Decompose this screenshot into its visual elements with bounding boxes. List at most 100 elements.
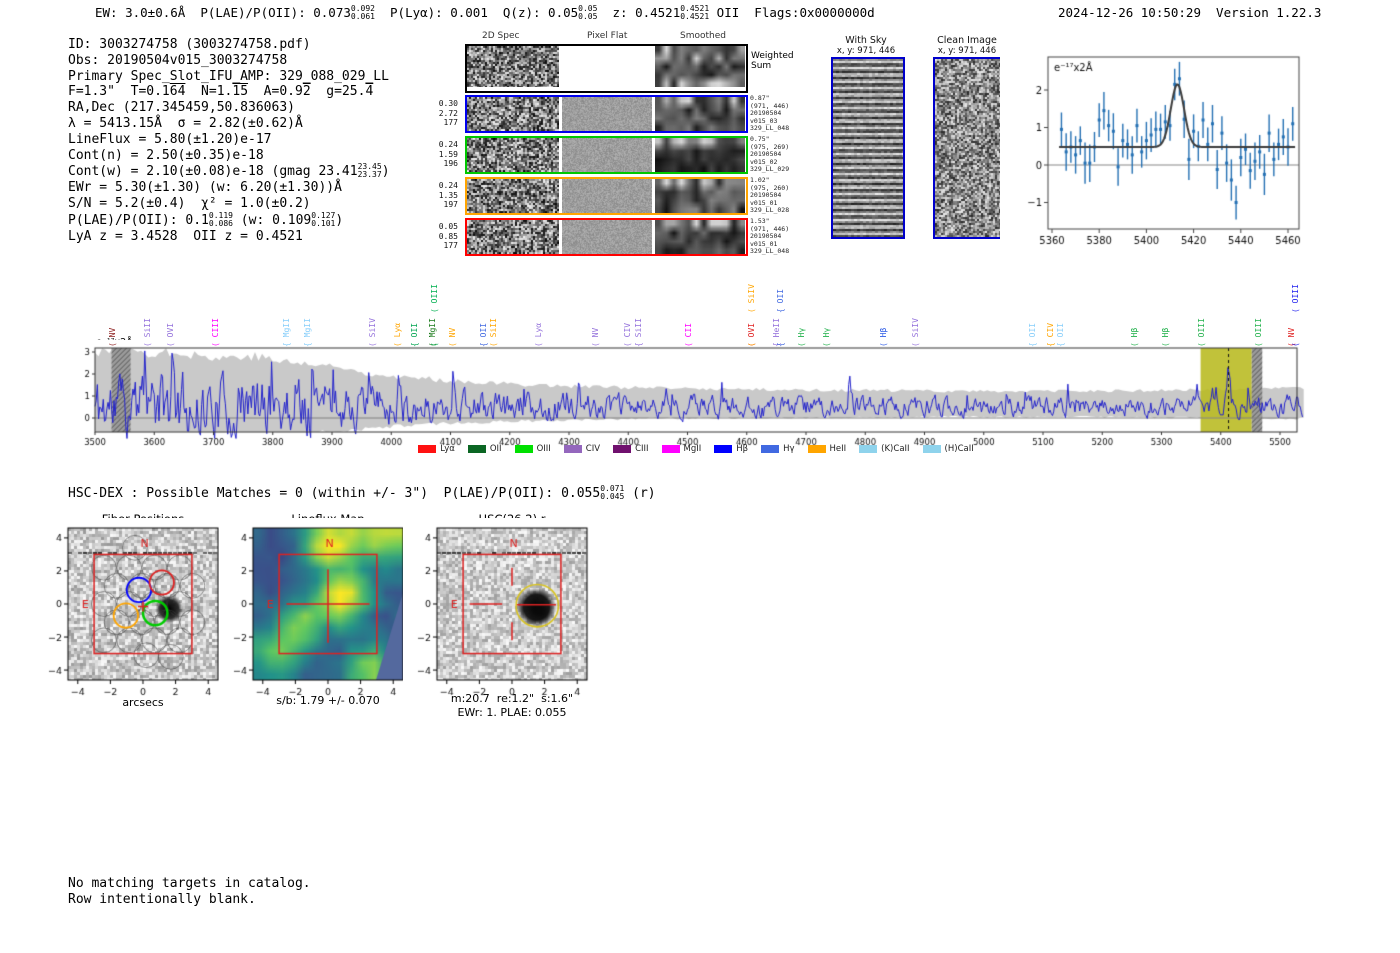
legend-swatch: [563, 445, 582, 453]
row-pixel-flat-image: [562, 97, 652, 131]
emission-line-bracket: (: [746, 342, 756, 347]
emission-line-label: { MgII: [303, 318, 313, 347]
emission-line-label: ( NV: [447, 327, 457, 347]
row-pixel-flat-image: [562, 138, 652, 172]
emission-line-label: { CIV: [1045, 322, 1055, 347]
legend-swatch: [761, 445, 780, 453]
emission-line-label: { OII: [410, 322, 420, 347]
weighted-sum-smoothed-image: [655, 46, 745, 87]
legend-label: HeII: [829, 444, 847, 454]
legend-swatch: [418, 445, 437, 453]
emission-line-label: ( SiII: [143, 318, 153, 347]
stacked-hi-lo-value: 23.45 23.37: [357, 162, 382, 180]
weighted-sum-pixel-flat-image: [562, 46, 652, 87]
weighted-sum-label-line1: Weighted: [751, 51, 794, 61]
emission-line-label: { OII: [1056, 322, 1066, 347]
detection-info-block: ID: 3003274758 (3003274758.pdf) Obs: 2019…: [68, 37, 390, 244]
emission-line-bracket: (: [430, 342, 439, 347]
legend-label: (K)CaII: [881, 444, 910, 454]
fiber-cutout-row: [465, 177, 748, 215]
overlined-value: 15: [232, 84, 249, 100]
emission-line-label: ( CIV: [622, 322, 632, 347]
hsc-r-cutout-map: [403, 518, 603, 708]
info-line: Obs: 20190504v015_3003274758: [68, 52, 288, 68]
legend-item: OIII: [514, 444, 551, 454]
fiber-positions-map: [34, 518, 234, 708]
emission-line-label: { OII: [478, 322, 488, 347]
row-pixel-flat-image: [562, 220, 652, 254]
hsc-match-line: HSC-DEX : Possible Matches = 0 (within +…: [68, 484, 656, 502]
emission-line-label: ( SiIV: [746, 284, 756, 313]
legend-label: Lyα: [440, 444, 455, 454]
legend-item: CIV: [563, 444, 600, 454]
column-title-smoothed: Smoothed: [680, 31, 726, 41]
stacked-hi-lo-value: 0.092 0.061: [350, 4, 375, 21]
legend-label: OIII: [536, 444, 551, 454]
row-left-stats: 0.24 1.59 196: [438, 140, 458, 168]
emission-line-label: ( Hβ: [1160, 327, 1170, 347]
with-sky-image: [831, 57, 905, 239]
legend-item: Hγ: [761, 444, 795, 454]
legend-item: Lyα: [418, 444, 455, 454]
row-smoothed-image: [655, 138, 745, 172]
emission-line-label: ( CIII: [210, 318, 220, 347]
row-pixel-flat-image: [562, 179, 652, 213]
catalog-note-line: Row intentionally blank.: [68, 891, 256, 907]
weighted-sum-2d-spec-image: [467, 46, 559, 87]
lineflux-map: [219, 518, 419, 708]
legend-item: HeII: [807, 444, 847, 454]
legend-label: Hβ: [736, 444, 749, 454]
info-line: Primary Spec_Slot_IFU_AMP: 329_088_029_L…: [68, 68, 389, 84]
row-left-stats: 0.24 1.35 197: [438, 181, 458, 209]
row-smoothed-image: [655, 97, 745, 131]
legend-swatch: [514, 445, 533, 453]
legend-label: Hγ: [783, 444, 795, 454]
emission-line-bracket: (: [1291, 342, 1301, 347]
legend-swatch: [714, 445, 733, 453]
emission-line-label: ( Lyα: [393, 322, 403, 347]
hsc-caption-ewr-plae: EWr: 1. PLAE: 0.055: [457, 706, 567, 719]
elixer-report-page: EW: 3.0±0.6Å P(LAE)/P(OII): 0.073 0.092 0.…: [0, 0, 1400, 953]
emission-line-label: ( OIII: [1253, 318, 1263, 347]
row-right-ids: 0.75" (975, 269) 20190504 v015_02 329_LL_029: [750, 135, 790, 174]
emission-line-label: ( CII: [683, 322, 693, 347]
row-smoothed-image: [655, 220, 745, 254]
fiber-cutout-row: [465, 95, 748, 133]
legend-item: (H)CaII: [922, 444, 974, 454]
emission-line-bracket: {: [776, 342, 786, 347]
emission-line-label: ( Hβ: [878, 327, 888, 347]
emission-line-label: { OII: [1028, 322, 1038, 347]
row-smoothed-image: [655, 179, 745, 213]
info-line: λ = 5413.15Å σ = 2.82(±0.62)Å: [68, 115, 303, 131]
stacked-hi-lo-value: 0.4521 0.4521: [680, 4, 710, 21]
row-2d-spec-image: [467, 138, 559, 172]
row-right-ids: 1.02" (975, 260) 20190504 v015_01 329_LL_028: [750, 176, 790, 215]
legend-swatch: [807, 445, 826, 453]
info-line: RA,Dec (217.345459,50.836063): [68, 100, 295, 116]
row-right-ids: 0.87" (971, 446) 20190504 v015_03 329_LL_048: [750, 94, 790, 133]
emission-line-label: ( OVI: [165, 322, 175, 347]
column-title-pixel-flat: Pixel Flat: [587, 31, 628, 41]
legend-swatch: [859, 445, 878, 453]
legend-item: Hβ: [714, 444, 748, 454]
clean-image: [933, 57, 1005, 239]
with-sky-subtitle: x, y: 971, 446: [836, 46, 896, 56]
info-line: EWr = 5.30(±1.30) (w: 6.20(±1.30))Å: [68, 180, 342, 196]
emission-line-label: ( Hγ: [797, 327, 807, 347]
emission-line-label: ( Hβ: [1130, 327, 1140, 347]
emission-line-label: ( Hγ: [822, 327, 832, 347]
emission-line-label: { MgII: [282, 318, 292, 347]
emission-line-label: ( Lyα: [533, 322, 543, 347]
hsc-caption-photometry: m:20.7 re:1.2" s:1.6": [450, 692, 574, 705]
info-line: S/N = 5.2(±0.4) χ² = 1.0(±0.2): [68, 195, 311, 211]
column-title-2d-spec: 2D Spec: [482, 31, 520, 41]
catalog-note: No matching targets in catalog. Row inten…: [68, 876, 311, 907]
overlined-value: 2: [302, 84, 311, 100]
emission-line-label: ( NV: [107, 327, 117, 347]
spectrum-legend: Lyα OII OIII CIV CIII MgII Hβ Hγ HeII (K)CaII (H)C…: [95, 444, 1297, 454]
row-left-stats: 0.30 2.72 177: [438, 99, 458, 127]
weighted-sum-label-line2: Sum: [751, 61, 772, 71]
legend-item: CIII: [613, 444, 649, 454]
info-line: P(LAE)/P(OII): 0.1 0.119 0.086 (w: 0.109 0.…: [68, 210, 344, 228]
timestamp-version: 2024-12-26 10:50:29 Version 1.22.3: [1058, 5, 1322, 20]
